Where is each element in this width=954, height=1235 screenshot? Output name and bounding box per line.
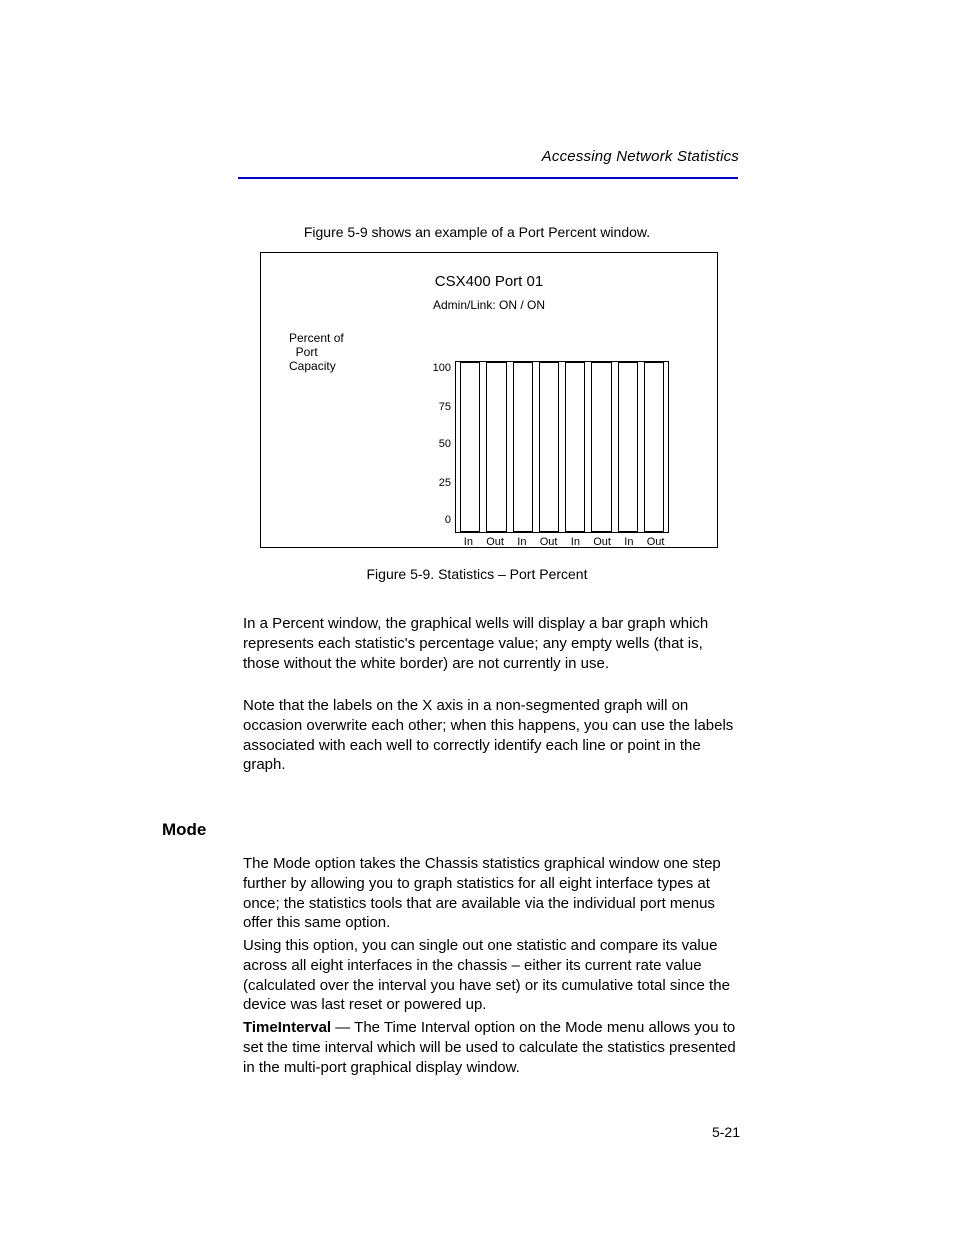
heading-mode: Mode <box>162 820 206 840</box>
figure-status: Admin/Link: ON / ON <box>261 298 717 312</box>
bar-5 <box>565 362 585 532</box>
x-tick-2: Out <box>482 536 509 548</box>
figure-title: CSX400 Port 01 <box>261 273 717 290</box>
x-tick-1: In <box>455 536 482 548</box>
y-axis-label: Percent of Port Capacity <box>289 331 344 373</box>
horizontal-rule <box>238 177 738 179</box>
page-number: 5-21 <box>712 1124 740 1140</box>
x-tick-7: In <box>616 536 643 548</box>
paragraph-2: Note that the labels on the X axis in a … <box>243 696 739 775</box>
y-tick-50: 50 <box>423 438 451 450</box>
bar-4 <box>539 362 559 532</box>
paragraph-4: Using this option, you can single out on… <box>243 936 739 1015</box>
bar-3 <box>513 362 533 532</box>
figure-window: CSX400 Port 01 Admin/Link: ON / ON Perce… <box>260 252 718 548</box>
bar-6 <box>591 362 611 532</box>
x-tick-4: Out <box>535 536 562 548</box>
paragraph-5: TimeInterval — The Time Interval option … <box>243 1018 739 1077</box>
paragraph-1: In a Percent window, the graphical wells… <box>243 614 739 673</box>
figure-caption: Figure 5-9. Statistics – Port Percent <box>0 566 954 582</box>
bar-1 <box>460 362 480 532</box>
x-tick-6: Out <box>589 536 616 548</box>
bar-2 <box>486 362 506 532</box>
y-tick-100: 100 <box>423 362 451 374</box>
figure-lead-in: Figure 5-9 shows an example of a Port Pe… <box>0 224 954 240</box>
bar-8 <box>644 362 664 532</box>
x-tick-3: In <box>509 536 536 548</box>
x-tick-row: In Out In Out In Out In Out <box>455 536 669 548</box>
y-tick-0: 0 <box>423 514 451 526</box>
bar-plot <box>455 361 669 533</box>
inline-heading-timeinterval: TimeInterval <box>243 1019 331 1036</box>
y-tick-75: 75 <box>423 401 451 413</box>
x-tick-5: In <box>562 536 589 548</box>
paragraph-3: The Mode option takes the Chassis statis… <box>243 854 739 933</box>
y-tick-25: 25 <box>423 477 451 489</box>
bar-7 <box>618 362 638 532</box>
running-head: Accessing Network Statistics <box>542 148 739 165</box>
x-tick-8: Out <box>642 536 669 548</box>
